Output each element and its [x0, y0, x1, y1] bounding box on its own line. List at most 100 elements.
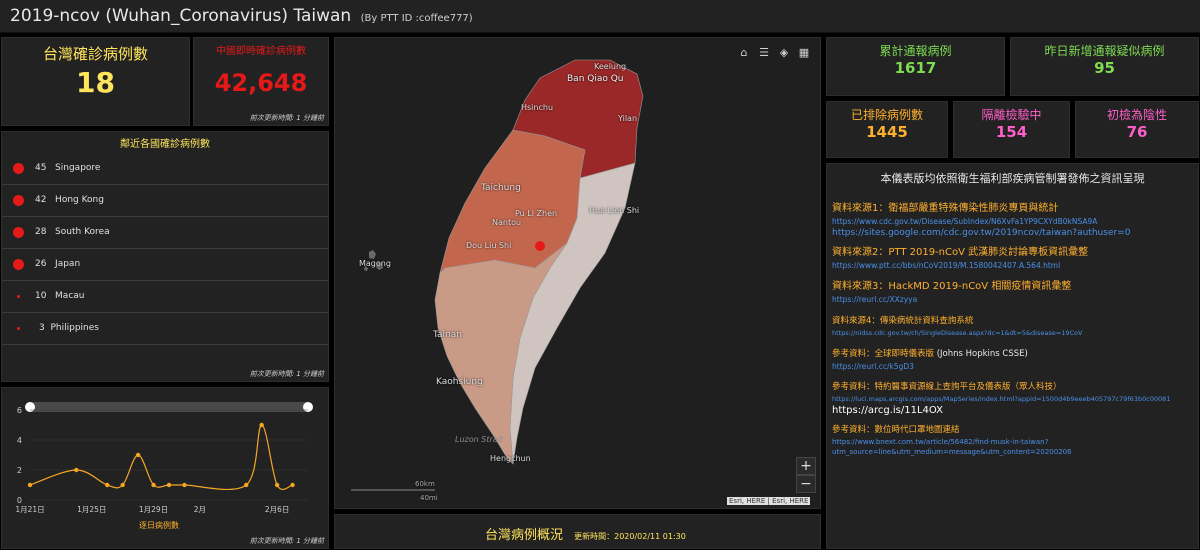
- list-item[interactable]: 45 Singapore: [2, 153, 328, 185]
- list-item[interactable]: 26 Japan: [2, 249, 328, 281]
- source-link[interactable]: https://reurl.cc/XXzyya: [832, 295, 1071, 304]
- quarantine-panel[interactable]: 隔離檢驗中 154: [953, 101, 1070, 158]
- app-header: 2019-ncov (Wuhan_Coronavirus) Taiwan (By…: [0, 0, 1200, 33]
- source-link[interactable]: https://reurl.cc/k5gD3: [832, 362, 1028, 371]
- source-link[interactable]: https://nidss.cdc.gov.tw/ch/SingleDiseas…: [832, 329, 1082, 337]
- source-link[interactable]: https://www.bnext.com.tw/article/56482/f…: [832, 438, 1072, 446]
- status-title: 台灣病例概況: [485, 528, 564, 543]
- case-size-dot: [17, 295, 20, 298]
- map-label: Luzon Strait: [455, 435, 503, 444]
- data-point[interactable]: [105, 482, 110, 488]
- neighbor-countries-panel: 鄰近各國確診病例數 45 Singapore 42 Hong Kong 28 S…: [1, 131, 329, 382]
- data-point[interactable]: [135, 452, 141, 458]
- update-note: 前次更新時間: 1 分鐘前: [249, 370, 324, 378]
- source-link[interactable]: https://sites.google.com/cdc.gov.tw/2019…: [832, 228, 1130, 238]
- total-reported-panel[interactable]: 累計通報病例 1617: [826, 37, 1005, 96]
- map-label: Taichung: [481, 183, 521, 193]
- data-point[interactable]: [27, 482, 33, 488]
- source-item: 參考資料：特約醫事資源線上查詢平台及儀表版（眾人科技） https://luci…: [832, 382, 1171, 416]
- map-label: Ban Qiao Qu: [567, 74, 624, 84]
- china-cases-value: 42,648: [214, 69, 308, 97]
- source-item: 參考資料：全球即時儀表版 (Johns Hopkins CSSE) https:…: [832, 349, 1028, 371]
- basemap-gallery-icon[interactable]: ▦: [795, 44, 813, 62]
- map-label: Magong: [359, 259, 391, 268]
- map-label: Pu Li Zhen: [515, 209, 558, 218]
- zoom-in-button[interactable]: +: [796, 457, 816, 475]
- x-tick-label: 1月21日: [15, 505, 44, 514]
- range-slider-handle-end[interactable]: [303, 402, 313, 412]
- update-note: 前次更新時間: 1 分鐘前: [249, 114, 324, 122]
- excluded-panel[interactable]: 已排除病例數 1445: [826, 101, 948, 158]
- list-item[interactable]: 28 South Korea: [2, 217, 328, 249]
- x-tick-label: 2月: [194, 505, 206, 514]
- source-link[interactable]: https://www.cdc.gov.tw/Disease/SubIndex/…: [832, 217, 1130, 226]
- taiwan-map[interactable]: [335, 38, 821, 509]
- status-updated: 更新時間：2020/02/11 01:30: [574, 532, 686, 541]
- sources-heading: 本儀表版均依照衛生福利部疾病管制署發佈之資訊呈現: [880, 172, 1145, 185]
- x-axis-label: 逐日病例數: [139, 520, 179, 530]
- total-reported-label: 累計通報病例: [879, 44, 952, 58]
- list-item[interactable]: 42 Hong Kong: [2, 185, 328, 217]
- home-icon[interactable]: ⌂: [735, 44, 753, 62]
- taiwan-cases-label: 台灣確診病例數: [42, 45, 148, 63]
- daily-cases-chart-panel: 0 2 4 6 1月21日 1月25日 1月29日 2月 2月6日 逐日病例數 前次更新時間: 1…: [1, 387, 329, 549]
- negative-label: 初檢為陰性: [1106, 108, 1167, 122]
- map-label: Hengchun: [490, 454, 531, 463]
- x-tick-label: 1月25日: [77, 505, 106, 514]
- case-size-dot: [13, 259, 24, 270]
- excluded-value: 1445: [866, 123, 908, 141]
- data-point[interactable]: [274, 482, 280, 488]
- y-tick-label: 2: [17, 466, 22, 475]
- map-label: Tainan: [433, 330, 462, 340]
- map-attribution[interactable]: Esri, HERE | Esri, HERE: [727, 497, 811, 505]
- map-label: Yilan: [618, 114, 638, 123]
- data-point[interactable]: [120, 482, 125, 488]
- case-size-dot: [13, 227, 24, 238]
- data-point[interactable]: [244, 482, 249, 488]
- x-tick-label: 1月29日: [139, 505, 168, 514]
- scale-mi: 40mi: [420, 494, 438, 502]
- source-item: 資料來源1：衛福部嚴重特殊傳染性肺炎專頁與統計 https://www.cdc.…: [832, 203, 1131, 238]
- sources-panel: 本儀表版均依照衛生福利部疾病管制署發佈之資訊呈現 資料來源1：衛福部嚴重特殊傳染…: [826, 163, 1199, 549]
- data-point[interactable]: [259, 422, 264, 428]
- data-point[interactable]: [166, 482, 172, 488]
- new-suspected-panel[interactable]: 昨日新增通報疑似病例 95: [1010, 37, 1199, 96]
- layers-icon[interactable]: ◈: [775, 44, 793, 62]
- x-tick-label: 2月6日: [265, 505, 290, 514]
- data-point[interactable]: [74, 467, 79, 473]
- range-slider-handle-start[interactable]: [25, 402, 35, 412]
- map-label: Keelung: [594, 62, 627, 71]
- new-suspected-label: 昨日新增通報疑似病例: [1044, 44, 1165, 58]
- china-cases-panel[interactable]: 中國即時確診病例數 42,648 前次更新時間: 1 分鐘前: [193, 37, 329, 126]
- case-location-marker[interactable]: [535, 241, 545, 251]
- map-label: Hua Lien Shi: [589, 206, 640, 215]
- source-link[interactable]: https://luci.maps.arcgis.com/apps/MapSer…: [832, 395, 1170, 403]
- data-point[interactable]: [290, 482, 295, 488]
- y-tick-label: 4: [17, 436, 22, 445]
- status-panel: 台灣病例概況 更新時間：2020/02/11 01:30: [334, 514, 821, 549]
- taiwan-cases-panel[interactable]: 台灣確診病例數 18: [1, 37, 190, 126]
- map-label: Hsinchu: [521, 103, 554, 112]
- y-tick-label: 0: [17, 496, 22, 505]
- map-label: Nantou: [492, 218, 522, 227]
- legend-list-icon[interactable]: ☰: [755, 44, 773, 62]
- list-item[interactable]: 10 Macau: [2, 281, 328, 313]
- neighbor-list-title: 鄰近各國確診病例數: [120, 139, 210, 150]
- source-link[interactable]: https://arcg.is/11L4OX: [832, 405, 1170, 416]
- source-item: 資料來源2：PTT 2019-nCoV 武漢肺炎討論專板資訊彙整 https:/…: [832, 247, 1089, 270]
- list-item[interactable]: 3 Philippines: [2, 313, 328, 345]
- negative-value: 76: [1126, 123, 1148, 141]
- source-link[interactable]: https://www.ptt.cc/bbs/nCoV2019/M.158004…: [832, 261, 1088, 270]
- map-panel[interactable]: ⌂ ☰ ◈ ▦ Keelung Ban Qiao Qu Hsinchu Yila…: [334, 37, 821, 509]
- daily-cases-chart: 0 2 4 6 1月21日 1月25日 1月29日 2月 2月6日逐日病例數: [15, 402, 313, 530]
- zoom-out-button[interactable]: −: [796, 475, 816, 493]
- case-size-dot: [13, 195, 24, 206]
- data-point[interactable]: [182, 482, 187, 488]
- total-reported-value: 1617: [894, 59, 937, 77]
- map-label: Kaohsiung: [436, 377, 483, 387]
- y-tick-label: 6: [17, 406, 22, 415]
- negative-panel[interactable]: 初檢為陰性 76: [1075, 101, 1199, 158]
- data-point[interactable]: [151, 482, 156, 488]
- source-link[interactable]: utm_source=line&utm_medium=message&utm_c…: [832, 448, 1072, 456]
- china-cases-label: 中國即時確診病例數: [216, 46, 306, 57]
